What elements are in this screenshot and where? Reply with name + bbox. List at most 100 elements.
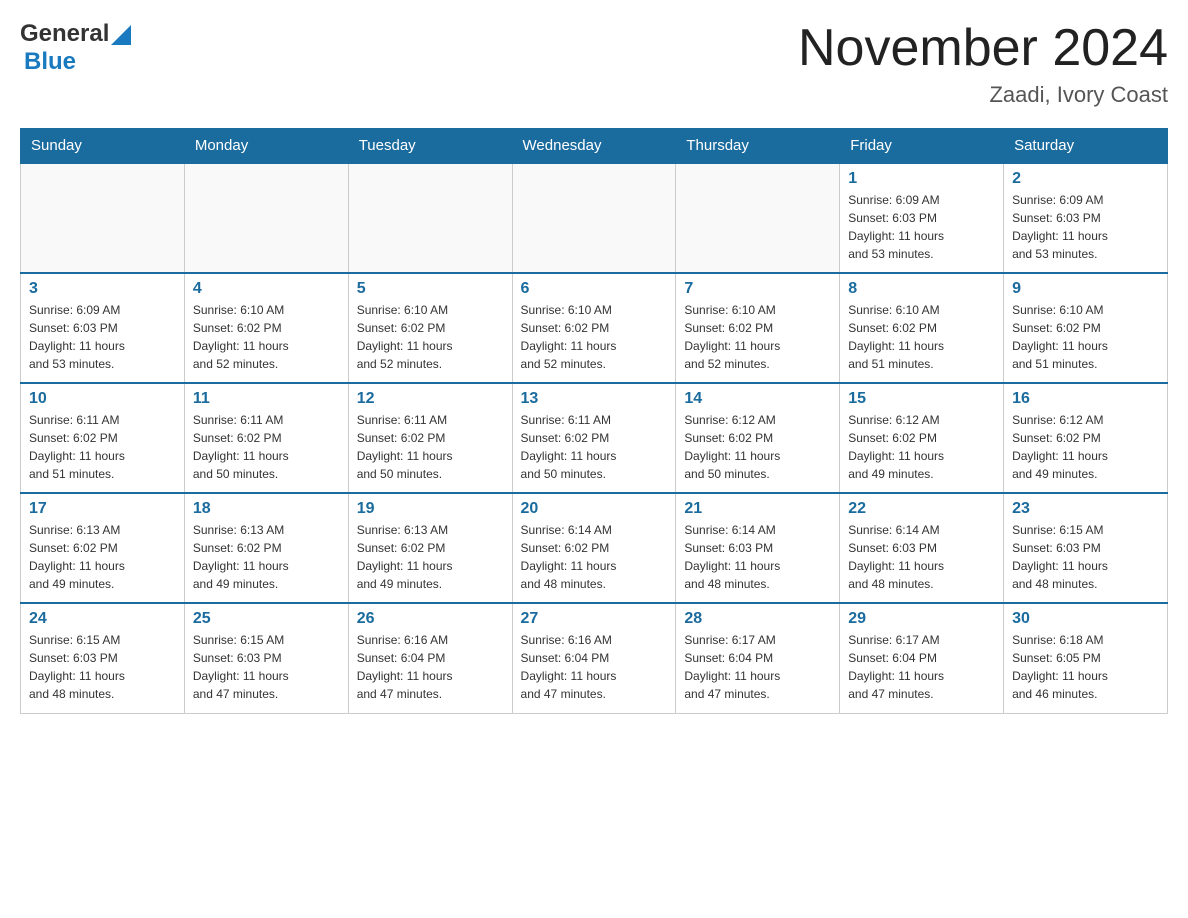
calendar-cell: 8 Sunrise: 6:10 AM Sunset: 6:02 PM Daylig…: [840, 273, 1004, 383]
day-number: 23: [1012, 500, 1159, 518]
day-number: 8: [848, 280, 995, 298]
day-info: Sunrise: 6:10 AM Sunset: 6:02 PM Dayligh…: [193, 301, 340, 373]
day-info: Sunrise: 6:10 AM Sunset: 6:02 PM Dayligh…: [357, 301, 504, 373]
day-info: Sunrise: 6:14 AM Sunset: 6:02 PM Dayligh…: [521, 521, 668, 593]
day-number: 6: [521, 280, 668, 298]
day-number: 11: [193, 390, 340, 408]
day-number: 3: [29, 280, 176, 298]
day-number: 19: [357, 500, 504, 518]
day-info: Sunrise: 6:11 AM Sunset: 6:02 PM Dayligh…: [521, 411, 668, 483]
day-info: Sunrise: 6:16 AM Sunset: 6:04 PM Dayligh…: [521, 631, 668, 703]
calendar-cell: 27 Sunrise: 6:16 AM Sunset: 6:04 PM Dayli…: [512, 603, 676, 713]
day-info: Sunrise: 6:14 AM Sunset: 6:03 PM Dayligh…: [684, 521, 831, 593]
day-number: 5: [357, 280, 504, 298]
calendar-cell: 1Sunrise: 6:09 AM Sunset: 6:03 PM Daylig…: [840, 163, 1004, 273]
calendar-cell: 11 Sunrise: 6:11 AM Sunset: 6:02 PM Dayli…: [184, 383, 348, 493]
day-info: Sunrise: 6:13 AM Sunset: 6:02 PM Dayligh…: [29, 521, 176, 593]
logo: General Blue: [20, 20, 131, 76]
week-row-5: 24 Sunrise: 6:15 AM Sunset: 6:03 PM Dayli…: [21, 603, 1168, 713]
day-info: Sunrise: 6:09 AM Sunset: 6:03 PM Dayligh…: [1012, 191, 1159, 263]
column-header-wednesday: Wednesday: [512, 129, 676, 164]
column-header-monday: Monday: [184, 129, 348, 164]
week-row-3: 10 Sunrise: 6:11 AM Sunset: 6:02 PM Dayli…: [21, 383, 1168, 493]
week-row-2: 3 Sunrise: 6:09 AM Sunset: 6:03 PM Daylig…: [21, 273, 1168, 383]
day-number: 24: [29, 610, 176, 628]
day-info: Sunrise: 6:10 AM Sunset: 6:02 PM Dayligh…: [684, 301, 831, 373]
day-number: 9: [1012, 280, 1159, 298]
day-info: Sunrise: 6:10 AM Sunset: 6:02 PM Dayligh…: [1012, 301, 1159, 373]
calendar-cell: 20 Sunrise: 6:14 AM Sunset: 6:02 PM Dayli…: [512, 493, 676, 603]
calendar-cell: 19Sunrise: 6:13 AM Sunset: 6:02 PM Dayli…: [348, 493, 512, 603]
logo-general-text: General: [20, 20, 109, 48]
day-info: Sunrise: 6:18 AM Sunset: 6:05 PM Dayligh…: [1012, 631, 1159, 703]
calendar-cell: 4 Sunrise: 6:10 AM Sunset: 6:02 PM Daylig…: [184, 273, 348, 383]
day-info: Sunrise: 6:17 AM Sunset: 6:04 PM Dayligh…: [684, 631, 831, 703]
week-row-1: 1Sunrise: 6:09 AM Sunset: 6:03 PM Daylig…: [21, 163, 1168, 273]
calendar-cell: 3 Sunrise: 6:09 AM Sunset: 6:03 PM Daylig…: [21, 273, 185, 383]
calendar-cell: 2 Sunrise: 6:09 AM Sunset: 6:03 PM Daylig…: [1004, 163, 1168, 273]
calendar-cell: 26 Sunrise: 6:16 AM Sunset: 6:04 PM Dayli…: [348, 603, 512, 713]
calendar-cell: 5 Sunrise: 6:10 AM Sunset: 6:02 PM Daylig…: [348, 273, 512, 383]
day-number: 20: [521, 500, 668, 518]
calendar-cell: [21, 163, 185, 273]
calendar-cell: 18Sunrise: 6:13 AM Sunset: 6:02 PM Dayli…: [184, 493, 348, 603]
day-info: Sunrise: 6:10 AM Sunset: 6:02 PM Dayligh…: [848, 301, 995, 373]
day-number: 17: [29, 500, 176, 518]
day-info: Sunrise: 6:17 AM Sunset: 6:04 PM Dayligh…: [848, 631, 995, 703]
calendar-cell: [676, 163, 840, 273]
day-number: 2: [1012, 170, 1159, 188]
day-number: 30: [1012, 610, 1159, 628]
calendar-cell: [512, 163, 676, 273]
calendar-cell: 10Sunrise: 6:11 AM Sunset: 6:02 PM Dayli…: [21, 383, 185, 493]
logo-triangle-icon: [111, 25, 131, 45]
column-header-sunday: Sunday: [21, 129, 185, 164]
day-info: Sunrise: 6:12 AM Sunset: 6:02 PM Dayligh…: [684, 411, 831, 483]
calendar-cell: [184, 163, 348, 273]
calendar-cell: [348, 163, 512, 273]
calendar-cell: 15Sunrise: 6:12 AM Sunset: 6:02 PM Dayli…: [840, 383, 1004, 493]
calendar-cell: 17 Sunrise: 6:13 AM Sunset: 6:02 PM Dayli…: [21, 493, 185, 603]
calendar-cell: 12Sunrise: 6:11 AM Sunset: 6:02 PM Dayli…: [348, 383, 512, 493]
day-number: 15: [848, 390, 995, 408]
day-info: Sunrise: 6:15 AM Sunset: 6:03 PM Dayligh…: [193, 631, 340, 703]
day-number: 25: [193, 610, 340, 628]
day-number: 10: [29, 390, 176, 408]
calendar-cell: 28 Sunrise: 6:17 AM Sunset: 6:04 PM Dayli…: [676, 603, 840, 713]
calendar-title-block: November 2024 Zaadi, Ivory Coast: [798, 20, 1168, 108]
day-info: Sunrise: 6:15 AM Sunset: 6:03 PM Dayligh…: [29, 631, 176, 703]
calendar-header-row: SundayMondayTuesdayWednesdayThursdayFrid…: [21, 129, 1168, 164]
day-number: 16: [1012, 390, 1159, 408]
calendar-table: SundayMondayTuesdayWednesdayThursdayFrid…: [20, 128, 1168, 714]
day-info: Sunrise: 6:09 AM Sunset: 6:03 PM Dayligh…: [29, 301, 176, 373]
calendar-cell: 13Sunrise: 6:11 AM Sunset: 6:02 PM Dayli…: [512, 383, 676, 493]
day-number: 14: [684, 390, 831, 408]
page-header: General Blue November 2024 Zaadi, Ivory …: [20, 20, 1168, 108]
day-number: 4: [193, 280, 340, 298]
day-number: 21: [684, 500, 831, 518]
day-number: 28: [684, 610, 831, 628]
column-header-tuesday: Tuesday: [348, 129, 512, 164]
calendar-cell: 9 Sunrise: 6:10 AM Sunset: 6:02 PM Daylig…: [1004, 273, 1168, 383]
day-info: Sunrise: 6:14 AM Sunset: 6:03 PM Dayligh…: [848, 521, 995, 593]
day-info: Sunrise: 6:09 AM Sunset: 6:03 PM Dayligh…: [848, 191, 995, 263]
month-title: November 2024: [798, 20, 1168, 77]
column-header-saturday: Saturday: [1004, 129, 1168, 164]
day-info: Sunrise: 6:11 AM Sunset: 6:02 PM Dayligh…: [357, 411, 504, 483]
day-number: 26: [357, 610, 504, 628]
calendar-cell: 25 Sunrise: 6:15 AM Sunset: 6:03 PM Dayli…: [184, 603, 348, 713]
day-number: 27: [521, 610, 668, 628]
calendar-cell: 23Sunrise: 6:15 AM Sunset: 6:03 PM Dayli…: [1004, 493, 1168, 603]
calendar-cell: 24 Sunrise: 6:15 AM Sunset: 6:03 PM Dayli…: [21, 603, 185, 713]
calendar-cell: 21 Sunrise: 6:14 AM Sunset: 6:03 PM Dayli…: [676, 493, 840, 603]
week-row-4: 17 Sunrise: 6:13 AM Sunset: 6:02 PM Dayli…: [21, 493, 1168, 603]
day-number: 7: [684, 280, 831, 298]
logo-blue-text: Blue: [24, 48, 76, 76]
day-number: 18: [193, 500, 340, 518]
day-info: Sunrise: 6:11 AM Sunset: 6:02 PM Dayligh…: [193, 411, 340, 483]
day-number: 22: [848, 500, 995, 518]
calendar-cell: 7 Sunrise: 6:10 AM Sunset: 6:02 PM Daylig…: [676, 273, 840, 383]
location-label: Zaadi, Ivory Coast: [798, 82, 1168, 108]
calendar-cell: 29Sunrise: 6:17 AM Sunset: 6:04 PM Dayli…: [840, 603, 1004, 713]
day-info: Sunrise: 6:16 AM Sunset: 6:04 PM Dayligh…: [357, 631, 504, 703]
column-header-thursday: Thursday: [676, 129, 840, 164]
